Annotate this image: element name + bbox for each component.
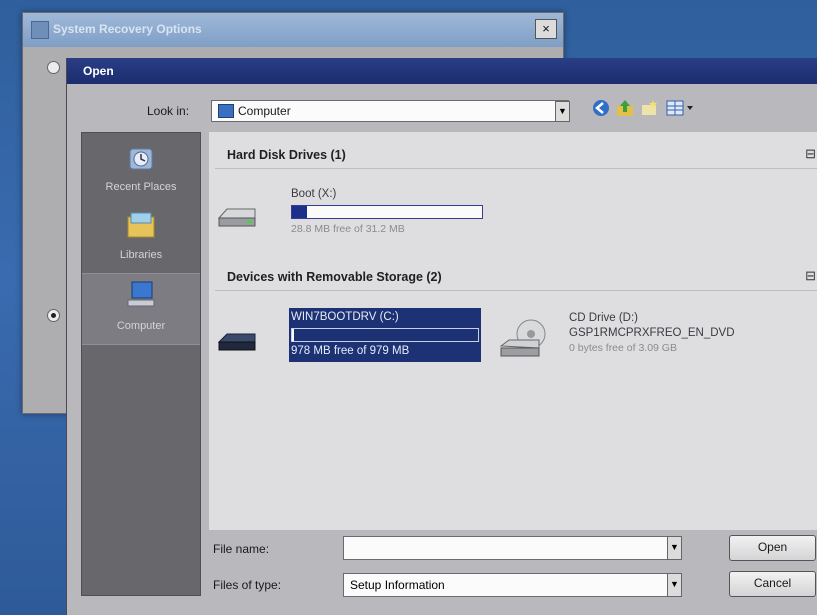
drive-usage-bar <box>291 328 479 342</box>
files-of-type-select[interactable]: Setup Information <box>343 573 669 597</box>
drive-usage-fill <box>292 329 294 341</box>
look-in-value: Computer <box>238 104 291 118</box>
place-label: Recent Places <box>105 181 177 193</box>
file-name-input[interactable] <box>343 536 669 560</box>
collapse-icon[interactable]: ⊟ <box>805 146 816 162</box>
files-of-type-dropdown-button[interactable]: ▼ <box>667 573 682 597</box>
place-computer[interactable]: Computer <box>82 273 200 345</box>
drive-item-win7bootdrv[interactable]: WIN7BOOTDRV (C:) 978 MB free of 979 MB <box>209 308 509 378</box>
divider <box>215 168 817 169</box>
libraries-icon <box>126 211 156 239</box>
place-recent-places[interactable]: Recent Places <box>82 139 200 207</box>
drive-free-space: 978 MB free of 979 MB <box>291 345 410 357</box>
open-dialog-title: Open <box>83 64 114 78</box>
place-libraries[interactable]: Libraries <box>82 205 200 273</box>
cancel-button[interactable]: Cancel <box>729 571 816 597</box>
open-dialog: Open Look in: Computer ▼ Recent Places L… <box>66 58 817 615</box>
look-in-label: Look in: <box>147 104 190 118</box>
drive-item-boot[interactable]: Boot (X:) 28.8 MB free of 31.2 MB <box>209 184 509 244</box>
sro-title-bar: System Recovery Options × <box>23 13 563 47</box>
look-in-dropdown-button[interactable]: ▼ <box>555 101 570 122</box>
hard-drive-icon <box>217 206 257 228</box>
usb-drive-icon <box>217 330 257 352</box>
computer-icon <box>218 104 234 118</box>
drive-name: WIN7BOOTDRV (C:) <box>291 311 399 323</box>
app-icon <box>31 21 49 39</box>
view-menu-icon[interactable] <box>665 98 695 118</box>
look-in-select[interactable]: Computer <box>211 100 569 122</box>
drive-volume-label: GSP1RMCPRXFREO_EN_DVD <box>569 327 735 339</box>
drive-free-space: 28.8 MB free of 31.2 MB <box>291 223 405 235</box>
sro-close-button[interactable]: × <box>535 19 557 39</box>
group-header-hard-disks[interactable]: Hard Disk Drives (1) <box>227 148 346 162</box>
divider <box>215 290 817 291</box>
drive-usage-bar <box>291 205 483 219</box>
files-of-type-label: Files of type: <box>213 578 282 592</box>
file-list-pane: Hard Disk Drives (1) ⊟ Boot (X:) 28.8 MB… <box>209 132 817 530</box>
recovery-radio-2[interactable] <box>47 309 60 322</box>
sro-title: System Recovery Options <box>53 22 202 36</box>
drive-name: CD Drive (D:) <box>569 312 638 324</box>
file-name-dropdown-button[interactable]: ▼ <box>667 536 682 560</box>
drive-item-cd[interactable]: CD Drive (D:) GSP1RMCPRXFREO_EN_DVD 0 by… <box>499 308 799 378</box>
place-label: Computer <box>116 320 166 332</box>
open-dialog-title-bar: Open <box>67 58 817 84</box>
open-button[interactable]: Open <box>729 535 816 561</box>
recent-places-icon <box>126 145 156 173</box>
place-label: Libraries <box>119 249 163 261</box>
drive-name: Boot (X:) <box>291 188 337 200</box>
new-folder-icon[interactable] <box>639 98 659 118</box>
cd-drive-icon <box>499 316 549 362</box>
drive-usage-fill <box>292 206 308 218</box>
drive-free-space: 0 bytes free of 3.09 GB <box>569 342 677 354</box>
file-name-label: File name: <box>213 542 270 556</box>
files-of-type-value: Setup Information <box>350 578 445 592</box>
up-folder-icon[interactable] <box>615 98 635 118</box>
computer-icon <box>126 280 156 308</box>
group-header-removable[interactable]: Devices with Removable Storage (2) <box>227 270 442 284</box>
places-bar: Recent Places Libraries Computer <box>81 132 201 596</box>
collapse-icon[interactable]: ⊟ <box>805 268 816 284</box>
recovery-radio-1[interactable] <box>47 61 60 74</box>
back-icon[interactable] <box>591 98 611 118</box>
